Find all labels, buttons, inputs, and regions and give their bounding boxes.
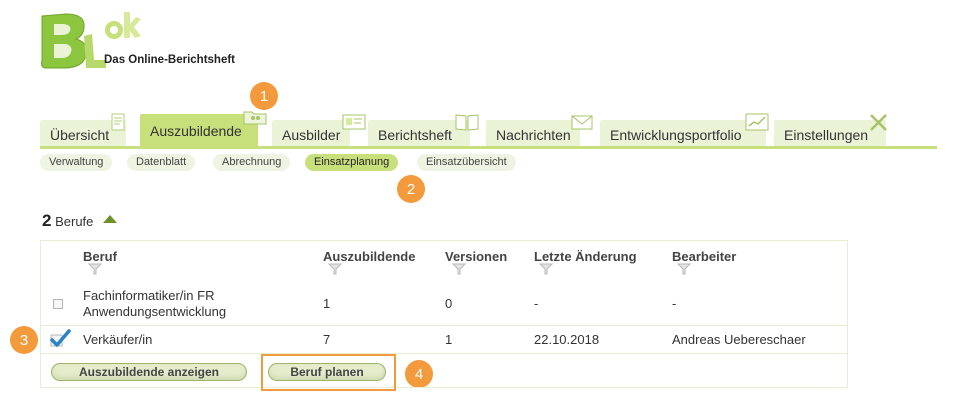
tab-label: Einstellungen: [784, 127, 869, 143]
beruf-cell-line2: Anwendungsentwicklung: [83, 304, 227, 319]
row-divider: [41, 353, 847, 354]
tab-entwicklungsportfolio[interactable]: Entwicklungsportfolio: [600, 120, 766, 146]
tools-icon: [870, 114, 887, 131]
column-header-versionen[interactable]: Versionen: [445, 249, 507, 264]
filter-icon[interactable]: [539, 263, 553, 275]
tab-nachrichten[interactable]: Nachrichten: [486, 120, 580, 146]
filter-icon[interactable]: [677, 263, 691, 275]
book-icon: [455, 114, 479, 131]
tab-label: Übersicht: [50, 127, 110, 143]
tab-label: Ausbilder: [282, 127, 341, 143]
subnav-einsatzuebersicht[interactable]: Einsatzübersicht: [417, 154, 516, 171]
tab-label: Entwicklungsportfolio: [610, 127, 742, 143]
column-header-beruf[interactable]: Beruf: [83, 249, 117, 264]
subnav-abrechnung[interactable]: Abrechnung: [213, 154, 291, 171]
azubis-cell: 1: [323, 296, 331, 311]
versionen-cell: 0: [445, 296, 453, 311]
letzte-aenderung-cell: 22.10.2018: [534, 332, 600, 347]
count-number: 2: [42, 211, 52, 230]
callout-2: 2: [397, 175, 425, 203]
document-icon: [111, 113, 125, 131]
filter-icon[interactable]: [88, 263, 102, 275]
filter-icon[interactable]: [452, 263, 466, 275]
tab-label: Berichtsheft: [378, 127, 452, 143]
sort-toggle-icon[interactable]: [103, 215, 117, 223]
callout-1: 1: [250, 82, 278, 110]
checkmark-icon[interactable]: [49, 329, 71, 349]
tab-label: Nachrichten: [496, 127, 571, 143]
beruf-cell: Verkäufer/in: [83, 332, 153, 347]
result-count: 2 Berufe: [42, 211, 93, 231]
row-divider: [41, 325, 847, 326]
column-header-auszubildende[interactable]: Auszubildende: [323, 249, 415, 264]
callout-3: 3: [10, 326, 38, 354]
envelope-icon: [571, 115, 593, 130]
tab-ausbilder[interactable]: Ausbilder: [272, 120, 350, 146]
highlight-frame: [261, 354, 396, 391]
count-label: Berufe: [55, 214, 94, 229]
berufe-table: Beruf Auszubildende Versionen Letzte Änd…: [40, 240, 848, 388]
blok-logo: [41, 12, 141, 69]
bearbeiter-cell: Andreas Uebereschaer: [672, 332, 806, 347]
tab-auszubildende[interactable]: Auszubildende: [140, 114, 258, 146]
subnav-verwaltung[interactable]: Verwaltung: [40, 154, 113, 171]
tab-underline: [40, 146, 937, 149]
id-card-icon: [342, 114, 366, 130]
chart-icon: [745, 113, 769, 131]
versionen-cell: 1: [445, 332, 453, 347]
main-tabs: Übersicht Auszubildende Ausbilder Berich…: [40, 111, 937, 148]
logo-subtitle: Das Online-Berichtsheft: [104, 54, 235, 66]
letzte-aenderung-cell: -: [534, 296, 539, 311]
column-header-bearbeiter[interactable]: Bearbeiter: [672, 249, 736, 264]
tab-label: Auszubildende: [150, 123, 242, 139]
column-header-letzte-aenderung[interactable]: Letzte Änderung: [534, 249, 637, 264]
beruf-cell: Fachinformatiker/in FR: [83, 288, 215, 303]
azubis-cell: 7: [323, 332, 331, 347]
bearbeiter-cell: -: [672, 296, 677, 311]
filter-icon[interactable]: [328, 263, 342, 275]
subnav-datenblatt[interactable]: Datenblatt: [127, 154, 196, 171]
show-trainees-button[interactable]: Auszubildende anzeigen: [51, 363, 247, 381]
row-checkbox[interactable]: [53, 299, 63, 309]
subnav-einsatzplanung[interactable]: Einsatzplanung: [305, 154, 399, 171]
